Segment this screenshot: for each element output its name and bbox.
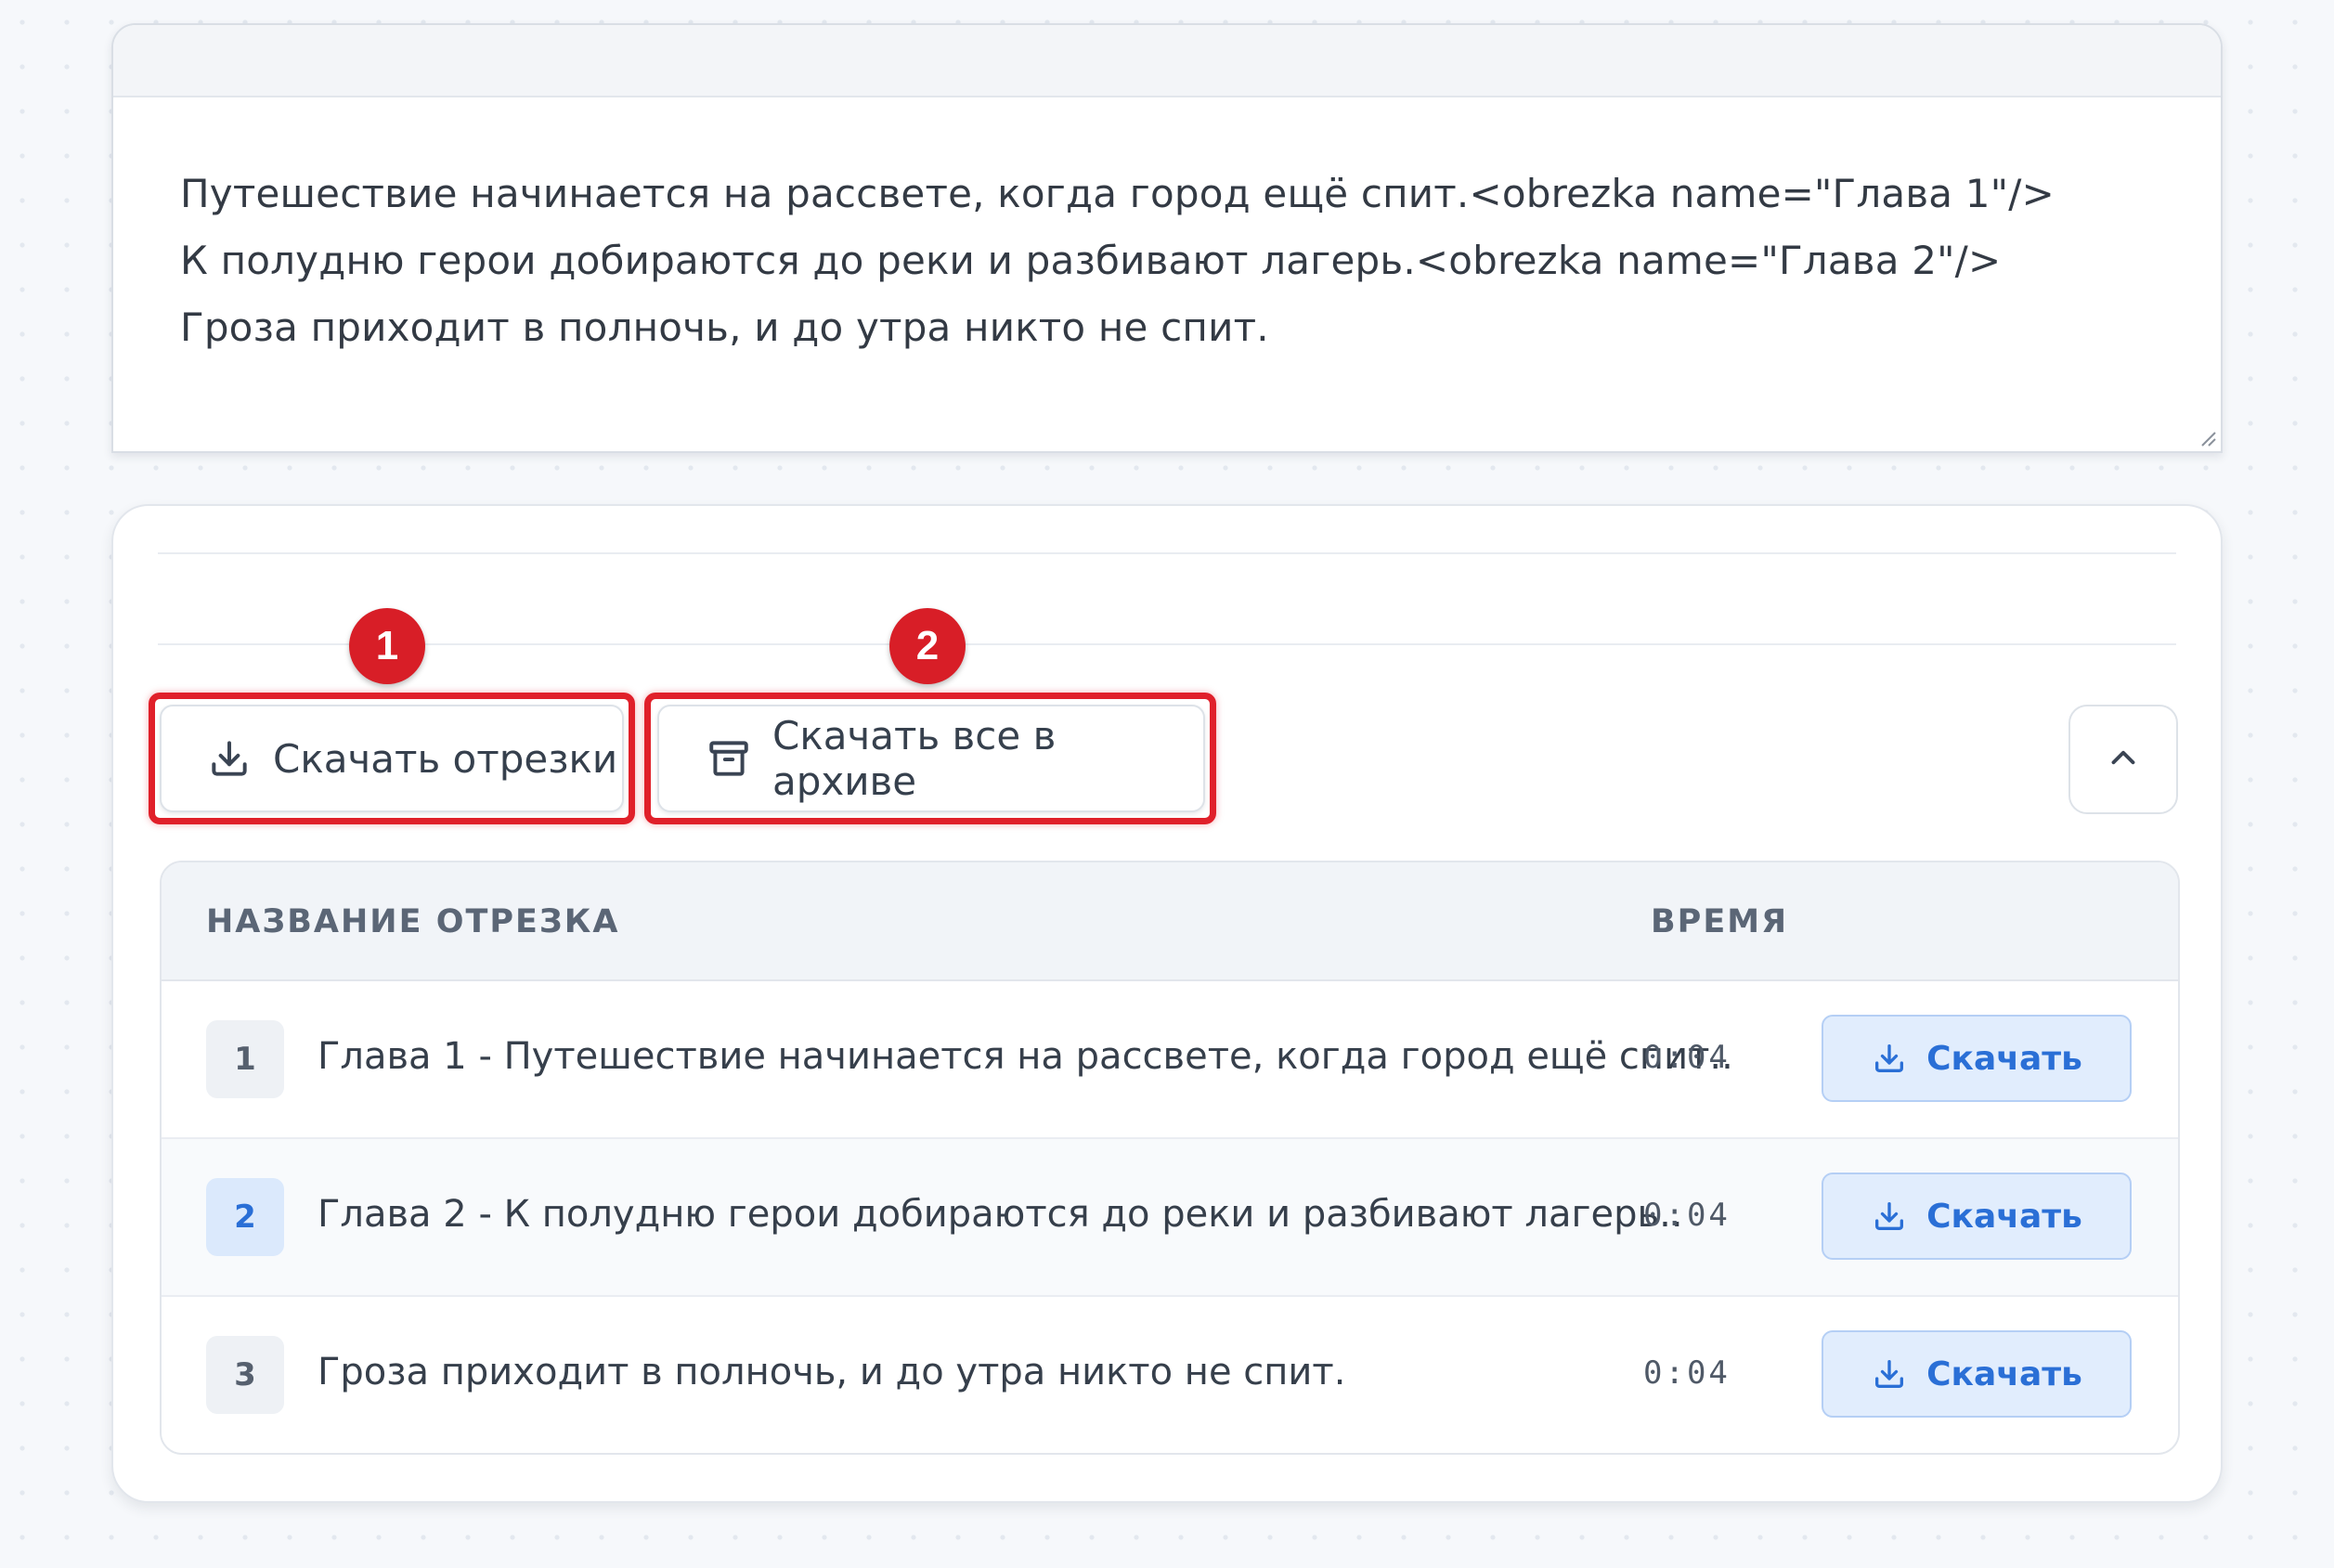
editor-line: Путешествие начинается на рассвете, когд… bbox=[180, 171, 2055, 216]
row-index: 3 bbox=[206, 1336, 284, 1414]
column-header-time: ВРЕМЯ bbox=[1651, 903, 1789, 940]
callout-badge-2: 2 bbox=[889, 608, 966, 684]
segments-panel: Скачать отрезки Скачать все в архиве 1 2… bbox=[111, 504, 2223, 1503]
collapse-button[interactable] bbox=[2068, 705, 2178, 814]
download-icon bbox=[206, 735, 253, 782]
row-time: 0:04 bbox=[1643, 1039, 1731, 1076]
segments-table: НАЗВАНИЕ ОТРЕЗКА ВРЕМЯ 1 Глава 1 - Путеш… bbox=[160, 861, 2180, 1455]
editor-toolbar bbox=[113, 25, 2221, 97]
editor-line: К полудню герои добираются до реки и раз… bbox=[180, 238, 2002, 283]
text-editor[interactable]: Путешествие начинается на рассвете, когд… bbox=[111, 23, 2223, 453]
row-download-label: Скачать bbox=[1926, 1039, 2082, 1078]
download-icon bbox=[1871, 1040, 1908, 1077]
download-archive-label: Скачать все в архиве bbox=[772, 713, 1057, 804]
table-row: 3 Гроза приходит в полночь, и до утра ни… bbox=[162, 1297, 2178, 1453]
table-header: НАЗВАНИЕ ОТРЕЗКА ВРЕМЯ bbox=[162, 862, 2178, 981]
callout-badge-1: 1 bbox=[349, 608, 425, 684]
divider bbox=[158, 552, 2176, 554]
row-download-button[interactable]: Скачать bbox=[1822, 1015, 2132, 1102]
column-header-name: НАЗВАНИЕ ОТРЕЗКА bbox=[206, 903, 620, 940]
row-time: 0:04 bbox=[1643, 1197, 1731, 1234]
row-download-button[interactable]: Скачать bbox=[1822, 1330, 2132, 1418]
chevron-up-icon bbox=[2104, 738, 2143, 781]
table-row: 2 Глава 2 - К полудню герои добираются д… bbox=[162, 1139, 2178, 1297]
resize-handle-icon[interactable] bbox=[2197, 427, 2217, 447]
download-archive-button[interactable]: Скачать все в архиве bbox=[657, 705, 1205, 812]
download-parts-button[interactable]: Скачать отрезки bbox=[160, 705, 624, 812]
table-row: 1 Глава 1 - Путешествие начинается на ра… bbox=[162, 981, 2178, 1139]
row-download-label: Скачать bbox=[1926, 1197, 2082, 1236]
divider bbox=[158, 643, 2176, 645]
row-download-button[interactable]: Скачать bbox=[1822, 1173, 2132, 1260]
row-index: 2 bbox=[206, 1178, 284, 1256]
row-download-label: Скачать bbox=[1926, 1354, 2082, 1393]
row-title: Глава 1 - Путешествие начинается на расс… bbox=[318, 1035, 1733, 1078]
row-index: 1 bbox=[206, 1020, 284, 1098]
row-title: Глава 2 - К полудню герои добираются до … bbox=[318, 1193, 1683, 1236]
archive-icon bbox=[706, 735, 752, 782]
row-time: 0:04 bbox=[1643, 1354, 1731, 1392]
editor-text-area[interactable]: Путешествие начинается на рассвете, когд… bbox=[113, 97, 2221, 361]
download-icon bbox=[1871, 1355, 1908, 1393]
editor-line: Гроза приходит в полночь, и до утра никт… bbox=[180, 305, 1269, 350]
download-parts-label: Скачать отрезки bbox=[273, 735, 618, 782]
row-title: Гроза приходит в полночь, и до утра никт… bbox=[318, 1351, 1346, 1393]
download-icon bbox=[1871, 1198, 1908, 1235]
